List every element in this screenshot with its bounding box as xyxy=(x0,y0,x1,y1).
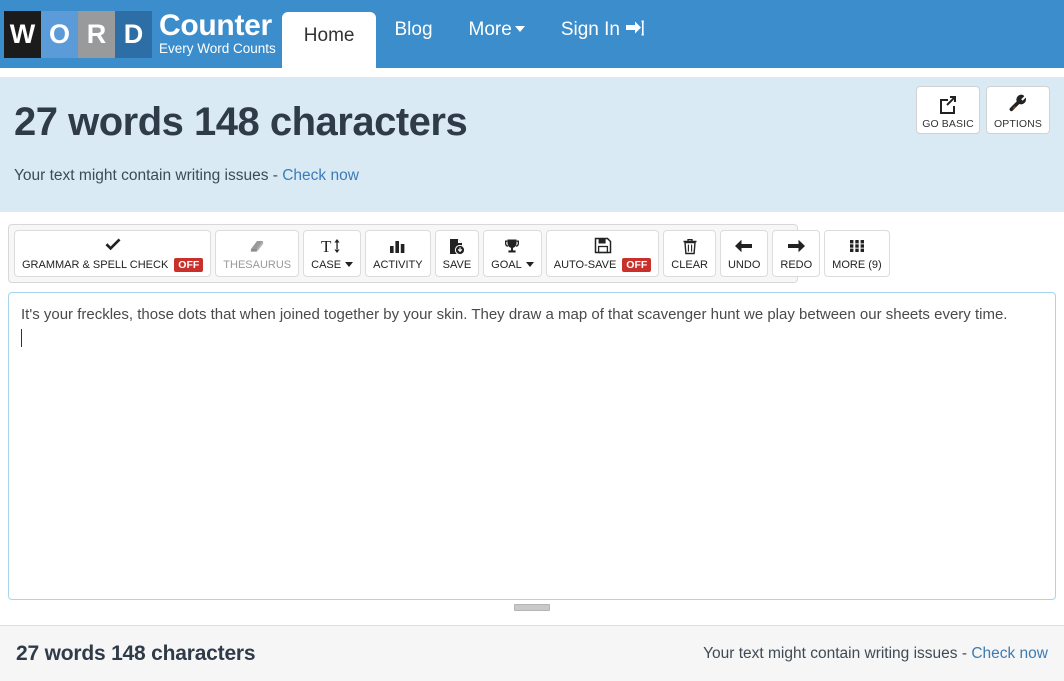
site-logo[interactable]: W O R D Counter Every Word Counts xyxy=(0,0,276,68)
page-title-word-count: 27 words 148 characters xyxy=(14,100,468,144)
footer-check-now-link[interactable]: Check now xyxy=(971,645,1048,662)
nav-item-blog-label: Blog xyxy=(394,19,433,40)
options-button[interactable]: OPTIONS xyxy=(986,86,1050,134)
save-text: SAVE xyxy=(442,259,472,271)
goal-button[interactable]: GOAL xyxy=(483,230,542,277)
goal-text: GOAL xyxy=(491,259,522,271)
nav-menu: Home Blog More Sign In xyxy=(281,0,664,68)
svg-text:T: T xyxy=(321,237,332,255)
logo-wordmark: Counter Every Word Counts xyxy=(159,8,276,58)
editor-area: It's your freckles, those dots that when… xyxy=(8,292,1056,611)
editor-resize-handle[interactable] xyxy=(514,604,550,611)
footer-writing-issues-text: Your text might contain writing issues - xyxy=(703,644,972,662)
book-icon xyxy=(248,236,266,256)
wrench-icon xyxy=(1007,93,1029,115)
activity-text: ACTIVITY xyxy=(373,259,423,271)
footer-word-count: 27 words 148 characters xyxy=(16,641,256,665)
chevron-down-icon xyxy=(525,262,534,267)
grammar-spell-check-button[interactable]: GRAMMAR & SPELL CHECK OFF xyxy=(14,230,212,277)
grid-icon xyxy=(848,236,866,256)
banner-action-buttons: GO BASIC OPTIONS xyxy=(916,86,1050,134)
nav-banner-gap xyxy=(0,68,1064,77)
footer-writing-issues-notice: Your text might contain writing issues -… xyxy=(703,645,1048,663)
trophy-icon xyxy=(503,236,521,256)
floppy-disk-icon xyxy=(594,235,612,255)
check-icon xyxy=(104,235,122,255)
chevron-down-icon xyxy=(514,25,525,32)
grammar-spell-check-label: GRAMMAR & SPELL CHECK OFF xyxy=(22,258,204,272)
bar-chart-icon xyxy=(388,236,408,256)
text-editor[interactable]: It's your freckles, those dots that when… xyxy=(8,292,1056,600)
arrow-right-icon xyxy=(786,236,806,256)
auto-save-text: AUTO-SAVE xyxy=(553,259,617,271)
text-cursor xyxy=(21,329,22,347)
more-button[interactable]: MORE (9) xyxy=(824,230,890,277)
nav-item-home[interactable]: Home xyxy=(281,12,377,68)
auto-save-status-badge: OFF xyxy=(622,258,652,272)
logo-letter-w: W xyxy=(4,10,41,58)
thesaurus-text: THESAURUS xyxy=(223,259,292,271)
thesaurus-label: THESAURUS xyxy=(223,259,291,271)
redo-text: REDO xyxy=(780,259,813,271)
writing-issues-notice: Your text might contain writing issues -… xyxy=(14,167,1064,185)
editor-toolbar: GRAMMAR & SPELL CHECK OFF THESAURUS T CA… xyxy=(8,224,890,283)
nav-item-sign-in[interactable]: Sign In xyxy=(543,0,664,68)
logo-letter-boxes: W O R D xyxy=(4,10,152,58)
more-text: MORE (9) xyxy=(832,259,882,271)
nav-item-more[interactable]: More xyxy=(451,0,543,68)
auto-save-button[interactable]: AUTO-SAVE OFF xyxy=(545,230,660,277)
logo-letter-r: R xyxy=(78,10,115,58)
go-basic-button[interactable]: GO BASIC xyxy=(916,86,980,134)
redo-label: REDO xyxy=(780,259,812,271)
save-label: SAVE xyxy=(443,259,472,271)
external-link-icon xyxy=(937,93,959,115)
options-label: OPTIONS xyxy=(994,117,1042,130)
case-label: CASE xyxy=(311,259,354,271)
logo-letter-d: D xyxy=(115,10,152,58)
chevron-down-icon xyxy=(345,262,354,267)
text-case-icon: T xyxy=(321,236,343,256)
activity-button[interactable]: ACTIVITY xyxy=(365,230,431,277)
logo-counter-text: Counter xyxy=(159,8,272,42)
writing-issues-text: Your text might contain writing issues - xyxy=(14,167,283,184)
arrow-left-icon xyxy=(734,236,754,256)
case-text: CASE xyxy=(311,259,342,271)
top-navigation-bar: W O R D Counter Every Word Counts Home B… xyxy=(0,0,1064,68)
clear-button[interactable]: CLEAR xyxy=(663,230,716,277)
check-now-link[interactable]: Check now xyxy=(282,167,359,184)
thesaurus-button[interactable]: THESAURUS xyxy=(215,230,300,277)
trash-icon xyxy=(682,236,698,256)
stats-banner: 27 words 148 characters Your text might … xyxy=(0,77,1064,212)
save-button[interactable]: SAVE xyxy=(434,230,480,277)
clear-label: CLEAR xyxy=(671,259,708,271)
goal-label: GOAL xyxy=(491,259,534,271)
grammar-spell-check-text: GRAMMAR & SPELL CHECK xyxy=(22,259,169,271)
logo-letter-o: O xyxy=(41,10,78,58)
grammar-spell-check-status-badge: OFF xyxy=(174,258,204,272)
editor-text: It's your freckles, those dots that when… xyxy=(21,306,1008,323)
more-label: MORE (9) xyxy=(832,259,882,271)
nav-item-home-label: Home xyxy=(303,25,355,46)
auto-save-label: AUTO-SAVE OFF xyxy=(554,258,652,272)
clear-text: CLEAR xyxy=(671,259,708,271)
nav-item-sign-in-label: Sign In xyxy=(560,19,620,40)
nav-item-blog[interactable]: Blog xyxy=(376,0,450,68)
redo-button[interactable]: REDO xyxy=(772,230,821,277)
undo-button[interactable]: UNDO xyxy=(719,230,769,277)
undo-label: UNDO xyxy=(728,259,760,271)
sign-in-icon xyxy=(625,19,646,43)
undo-text: UNDO xyxy=(727,259,761,271)
go-basic-label: GO BASIC xyxy=(922,117,974,130)
file-save-icon xyxy=(448,236,466,256)
status-footer: 27 words 148 characters Your text might … xyxy=(0,625,1064,681)
activity-label: ACTIVITY xyxy=(373,259,423,271)
nav-item-more-label: More xyxy=(468,19,512,40)
logo-tagline: Every Word Counts xyxy=(159,40,276,56)
case-button[interactable]: T CASE xyxy=(303,230,362,277)
